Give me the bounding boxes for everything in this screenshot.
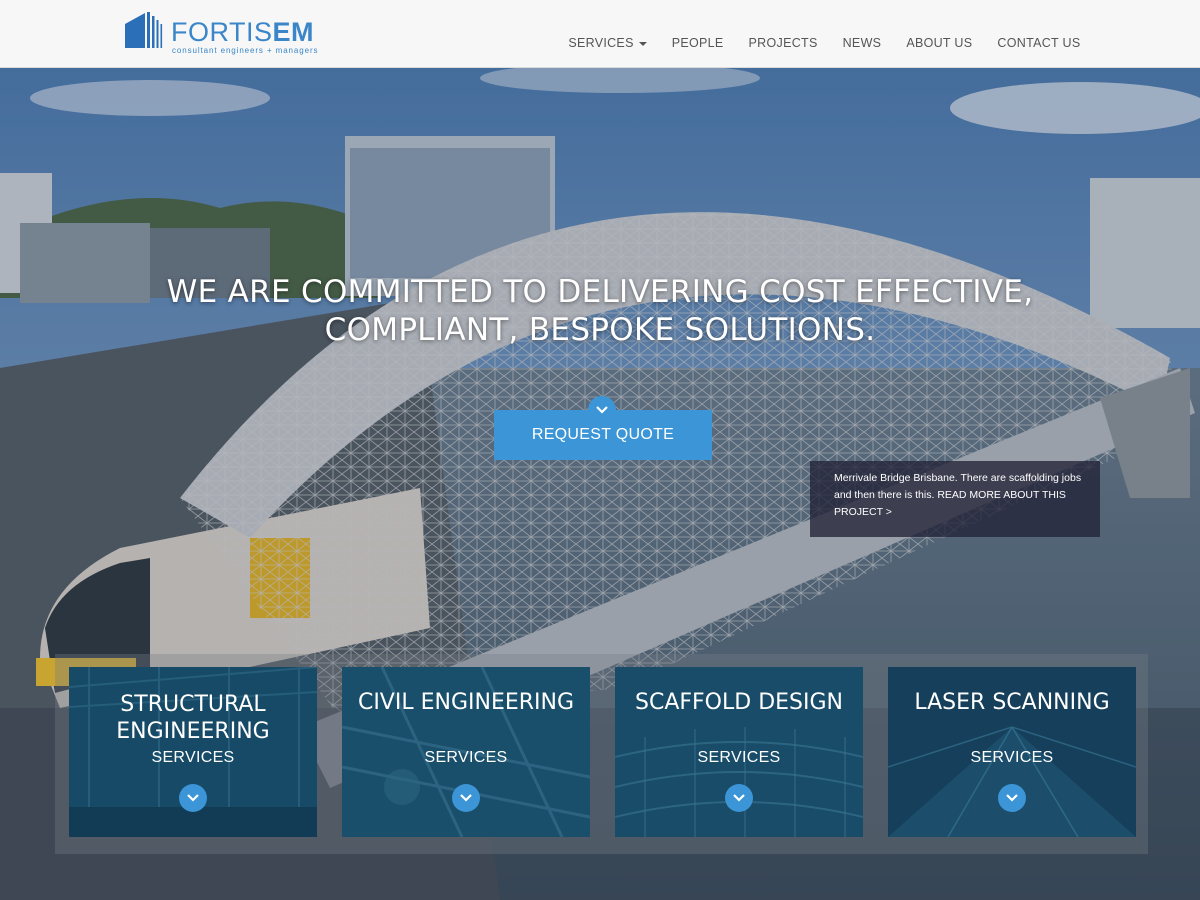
nav-services-label: SERVICES: [568, 36, 634, 50]
nav-contact-us[interactable]: CONTACT US: [985, 36, 1093, 50]
read-more-link-cont[interactable]: PROJECT >: [834, 504, 1086, 521]
hero-headline: WE ARE COMMITTED TO DELIVERING COST EFFE…: [100, 273, 1100, 349]
service-subtitle: SERVICES: [424, 749, 508, 766]
service-title: LASER SCANNING: [914, 690, 1110, 715]
service-tile-scaffold-design[interactable]: SCAFFOLD DESIGN SERVICES: [615, 667, 863, 837]
service-tile-laser-scanning[interactable]: LASER SCANNING SERVICES: [888, 667, 1136, 837]
fortisem-logo[interactable]: FORTISEM consultant engineers + managers: [125, 8, 318, 60]
caret-down-icon: [638, 42, 647, 46]
headline-line-2: COMPLIANT, BESPOKE SOLUTIONS.: [324, 312, 876, 348]
service-subtitle: SERVICES: [151, 749, 235, 766]
service-title: STRUCTURAL ENGINEERING: [116, 692, 270, 744]
caption-line-1: Merrivale Bridge Brisbane. There are sca…: [834, 472, 1082, 484]
nav-projects[interactable]: PROJECTS: [736, 36, 830, 50]
chevron-down-icon[interactable]: [588, 396, 616, 424]
service-tile-civil-engineering[interactable]: CIVIL ENGINEERING SERVICES: [342, 667, 590, 837]
logo-tagline: consultant engineers + managers: [172, 46, 319, 55]
chevron-down-icon[interactable]: [179, 784, 207, 812]
chevron-down-icon[interactable]: [725, 784, 753, 812]
service-title: SCAFFOLD DESIGN: [635, 690, 843, 715]
caption-line-2: and then there is this.: [834, 489, 935, 501]
nav-people[interactable]: PEOPLE: [659, 36, 736, 50]
site-header: FORTISEM consultant engineers + managers…: [0, 0, 1200, 68]
service-subtitle: SERVICES: [697, 749, 781, 766]
chevron-down-icon[interactable]: [998, 784, 1026, 812]
headline-line-1: WE ARE COMMITTED TO DELIVERING COST EFFE…: [166, 274, 1034, 310]
building-logo-icon: [125, 12, 163, 48]
nav-news[interactable]: NEWS: [830, 36, 894, 50]
read-more-link[interactable]: READ MORE ABOUT THIS: [937, 489, 1066, 501]
main-nav: SERVICES PEOPLE PROJECTS NEWS ABOUT US C…: [556, 36, 1093, 50]
project-caption: Merrivale Bridge Brisbane. There are sca…: [810, 461, 1100, 537]
chevron-down-icon[interactable]: [452, 784, 480, 812]
service-subtitle: SERVICES: [970, 749, 1054, 766]
nav-about-us[interactable]: ABOUT US: [894, 36, 985, 50]
logo-wordmark: FORTISEM: [171, 17, 315, 47]
service-title: CIVIL ENGINEERING: [357, 690, 575, 715]
nav-services[interactable]: SERVICES: [556, 36, 659, 50]
service-tile-structural-engineering[interactable]: STRUCTURAL ENGINEERING SERVICES: [69, 667, 317, 837]
